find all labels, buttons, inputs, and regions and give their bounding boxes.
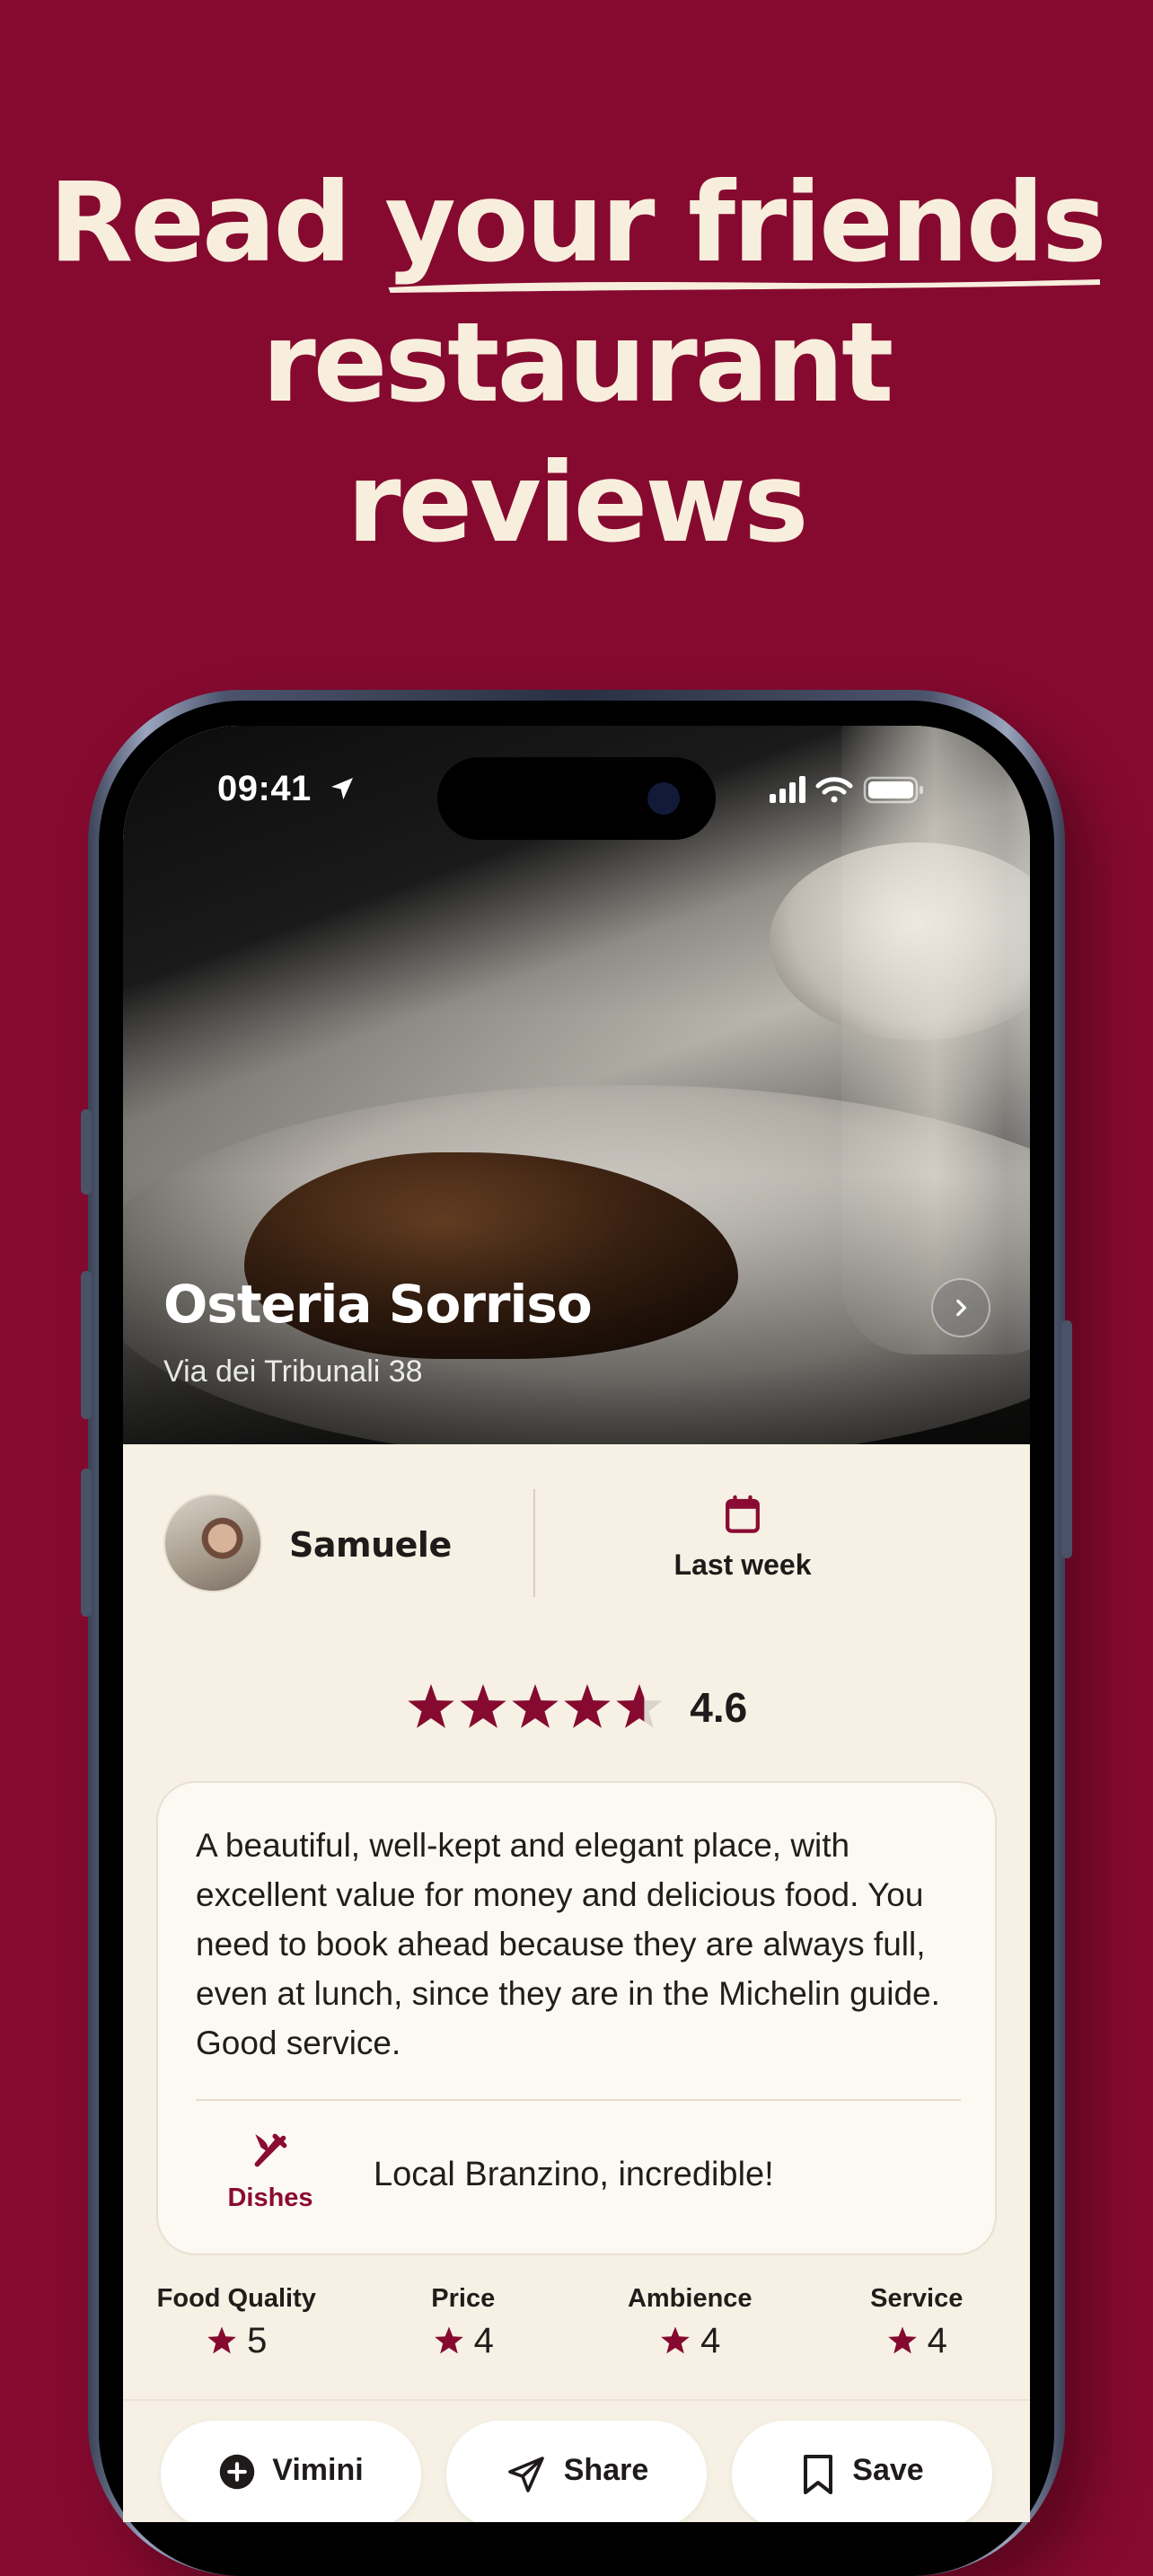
status-time: 09:41	[217, 769, 312, 808]
dish-text: Local Branzino, incredible!	[374, 2156, 774, 2193]
headline-emphasis: your friends	[384, 153, 1107, 293]
review-meta: Samuele Last week	[123, 1444, 1030, 1597]
location-arrow-icon	[331, 778, 353, 799]
score-service: Service 4	[804, 2284, 1031, 2361]
headline-text: Read	[48, 159, 385, 287]
dishes-label: Dishes	[227, 2183, 313, 2212]
author-name[interactable]: Samuele	[289, 1525, 452, 1565]
star-icon	[661, 2326, 690, 2354]
star-icon	[434, 2326, 463, 2354]
headline-line-1: Read your friends	[0, 153, 1153, 293]
wifi-icon	[815, 777, 853, 803]
score-label: Food Quality	[156, 2284, 316, 2313]
review-date: Last week	[563, 1494, 922, 1582]
rating-stars	[408, 1684, 663, 1728]
battery-icon	[863, 776, 923, 804]
chevron-right-icon	[956, 1299, 966, 1317]
headline-emphasis-text: your	[384, 159, 655, 287]
vimini-button[interactable]: Vimini	[161, 2421, 421, 2522]
headline-line-2: restaurant	[261, 299, 894, 427]
bookmark-icon	[804, 2455, 833, 2494]
overall-rating: 4.6	[123, 1682, 1030, 1733]
score-label: Price	[431, 2284, 496, 2313]
score-food-quality: Food Quality 5	[123, 2284, 350, 2361]
score-value-wrap: 4	[433, 2321, 494, 2361]
restaurant-address: Via dei Tribunali 38	[163, 1354, 423, 1389]
star-icon	[564, 1684, 611, 1728]
brush-underline	[388, 279, 1101, 293]
avatar[interactable]	[163, 1494, 262, 1592]
share-label: Share	[563, 2453, 649, 2487]
score-value-wrap: 4	[659, 2321, 720, 2361]
review-card[interactable]: A beautiful, well-kept and elegant place…	[156, 1781, 997, 2255]
action-bar: Vimini Share Save	[123, 2399, 1030, 2522]
score-value-wrap: 4	[886, 2321, 947, 2361]
score-value: 4	[473, 2321, 494, 2360]
save-label: Save	[852, 2453, 924, 2487]
star-icon	[207, 2326, 236, 2354]
rating-value: 4.6	[690, 1684, 748, 1731]
star-icon	[460, 1684, 506, 1728]
status-bar: 09:41	[123, 726, 1030, 869]
promo-headline: Read your friends restaurant reviews	[0, 153, 1153, 573]
phone-action-button	[81, 1109, 92, 1195]
card-divider	[196, 2099, 961, 2101]
headline-line-3: reviews	[347, 439, 808, 567]
headline-text-suffix: friends	[652, 159, 1107, 287]
score-value: 5	[247, 2321, 268, 2360]
score-value-wrap: 5	[206, 2321, 267, 2361]
score-label: Service	[870, 2284, 964, 2313]
plus-circle-icon	[220, 2454, 255, 2490]
front-camera	[647, 782, 680, 815]
restaurant-details-button[interactable]	[931, 1278, 990, 1337]
star-icon	[887, 2326, 917, 2354]
status-icons	[770, 776, 923, 804]
score-price: Price 4	[350, 2284, 577, 2361]
paper-plane-icon	[507, 2457, 544, 2492]
dynamic-island	[437, 757, 716, 840]
share-button[interactable]: Share	[446, 2421, 707, 2522]
star-icon	[408, 1684, 454, 1728]
score-label: Ambience	[627, 2284, 753, 2313]
dishes-section: Dishes	[212, 2129, 329, 2213]
phone-volume-up	[81, 1271, 92, 1419]
calendar-icon	[726, 1495, 760, 1533]
cellular-signal-icon	[770, 776, 805, 803]
review-text: A beautiful, well-kept and elegant place…	[196, 1827, 940, 2061]
restaurant-name[interactable]: Osteria Sorriso	[163, 1274, 593, 1335]
score-value: 4	[927, 2321, 947, 2360]
save-button[interactable]: Save	[732, 2421, 992, 2522]
fork-knife-icon	[254, 2133, 287, 2167]
meta-divider	[533, 1489, 535, 1597]
phone-power-button	[1061, 1320, 1072, 1558]
review-content: Samuele Last week 4.6 A beautiful, well-…	[123, 1444, 1030, 2522]
score-value: 4	[700, 2321, 721, 2360]
phone-volume-down	[81, 1469, 92, 1617]
app-screen: 09:41 Osteria Sorriso Via dei Tribunali …	[123, 726, 1030, 2522]
star-icon	[512, 1684, 559, 1728]
category-scores: Food Quality 5 Price 4 Ambience 4 Service 4	[123, 2284, 1030, 2361]
date-label: Last week	[673, 1548, 812, 1581]
score-ambience: Ambience 4	[576, 2284, 804, 2361]
vimini-label: Vimini	[272, 2453, 364, 2487]
